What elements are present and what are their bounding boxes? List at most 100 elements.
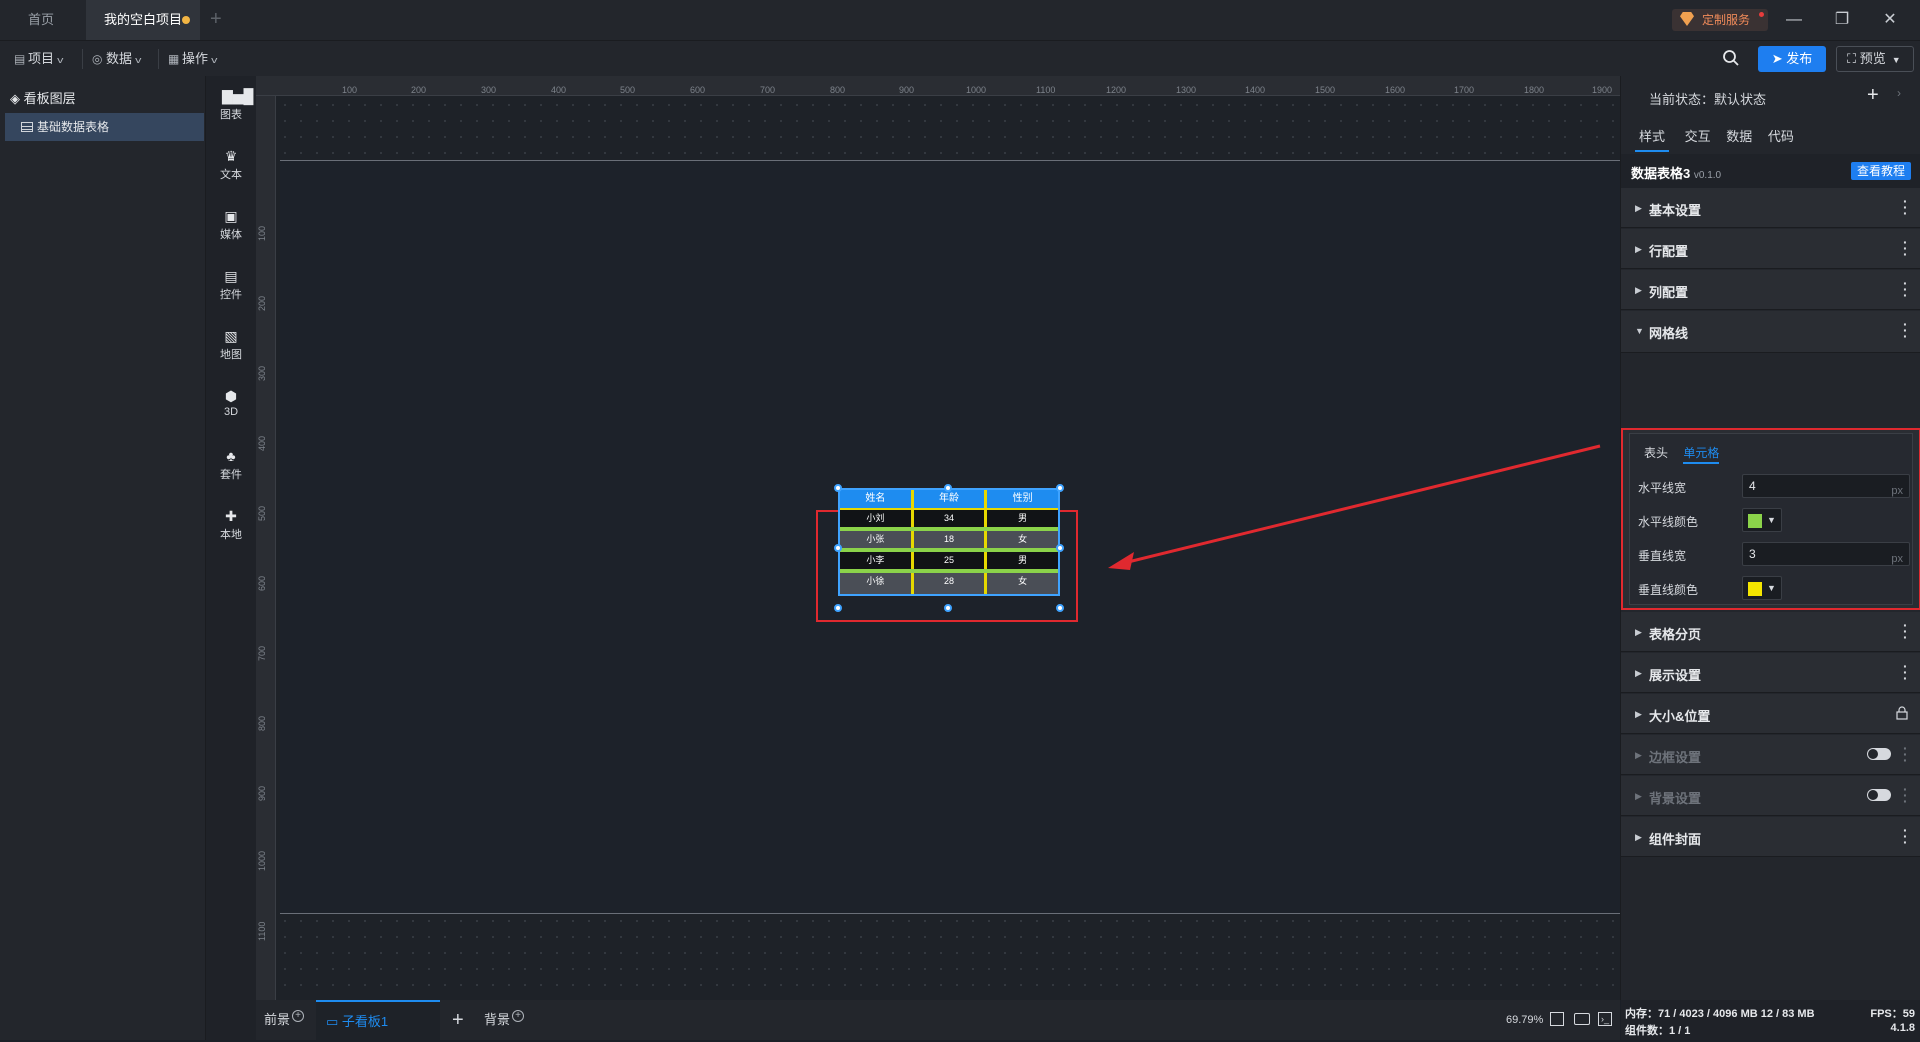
section-basic-settings[interactable]: ▶ 基本设置 · · · [1621,188,1920,228]
more-vertical-icon[interactable]: · · · [1903,235,1908,261]
h-width-input[interactable]: 4 px [1742,474,1910,498]
resize-handle[interactable] [1056,604,1064,612]
tab-data[interactable]: 数据 [1726,126,1752,152]
lock-icon[interactable] [1895,706,1909,720]
restore-icon[interactable]: ❐ [1830,8,1854,32]
custom-service-label: 定制服务 [1702,13,1751,27]
more-vertical-icon[interactable]: · · · [1903,782,1908,808]
section-size-position[interactable]: ▶ 大小&位置 [1621,694,1920,734]
add-circle-icon[interactable]: + [292,1010,305,1022]
border-toggle[interactable] [1867,748,1891,760]
tab-cell[interactable]: 单元格 [1683,444,1720,464]
subboard-tab[interactable]: ▭ 子看板1 [316,1000,440,1040]
ruler-tick: 1100 [1036,85,1056,95]
category-control[interactable]: ▤ 控件 [206,268,256,302]
table-header-cell: 姓名 [840,490,914,508]
resize-handle[interactable] [834,544,842,552]
tutorial-button[interactable]: 查看教程 [1850,162,1911,180]
minimize-icon[interactable]: — [1782,8,1806,32]
tab-code[interactable]: 代码 [1768,126,1794,152]
v-color-picker[interactable]: ▼ [1742,576,1782,600]
more-vertical-icon[interactable]: · · · [1903,618,1908,644]
ruler-tick: 600 [690,85,706,95]
resize-handle[interactable] [944,484,952,492]
search-icon[interactable] [1722,49,1740,67]
field-label: 垂直线颜色 [1638,583,1699,597]
publish-button[interactable]: ➤ 发布 [1758,46,1826,72]
category-map[interactable]: ▧ 地图 [206,328,256,362]
category-label: 文本 [220,169,242,181]
fit-screen-icon[interactable] [1550,1012,1564,1026]
ruler-tick: 200 [411,85,427,95]
background-tab[interactable]: 背景 + [484,1000,525,1040]
tab-style[interactable]: 样式 [1635,126,1670,152]
more-vertical-icon[interactable]: · · · [1903,823,1908,849]
resize-handle[interactable] [1056,544,1064,552]
field-h-color: 水平线颜色 ▼ [1638,508,1910,532]
layer-item[interactable]: 基础数据表格 [5,113,204,141]
close-icon[interactable]: ✕ [1878,8,1902,32]
category-local[interactable]: ✚ 本地 [206,508,256,542]
section-cover[interactable]: ▶ 组件封面 · · · [1621,817,1920,857]
keyboard-icon[interactable] [1574,1013,1590,1025]
menu-project-label: 项目 [28,51,55,66]
section-row-config[interactable]: ▶ 行配置 · · · [1621,229,1920,269]
menu-operation[interactable]: ▦ 操作 v [168,49,217,69]
more-vertical-icon[interactable]: · · · [1903,317,1908,343]
data-table[interactable]: 姓名 年龄 性别 小刘 34 男 小张 18 女 小李 25 男 小徐 28 女 [838,488,1060,596]
unit-label: px [1891,485,1903,497]
more-vertical-icon[interactable]: · · · [1903,194,1908,220]
ruler-tick: 400 [257,435,267,451]
add-tab-icon[interactable]: + [210,8,222,31]
v-width-input[interactable]: 3 px [1742,542,1910,566]
preview-button[interactable]: ⛶ 预览 ▼ [1836,46,1914,72]
h-color-picker[interactable]: ▼ [1742,508,1782,532]
section-gridlines[interactable]: ▼ 网格线 · · · [1621,311,1920,353]
resize-handle[interactable] [1056,484,1064,492]
tab-header[interactable]: 表头 [1644,444,1668,464]
category-text[interactable]: ♛ 文本 [206,148,256,182]
chevron-down-icon: ▼ [1891,55,1901,65]
table-row: 小徐 28 女 [840,573,1058,594]
table-cell: 男 [1018,555,1028,565]
add-state-icon[interactable]: + [1867,84,1879,107]
category-kit[interactable]: ♣ 套件 [206,448,256,482]
menu-project[interactable]: ▤ 项目 v [14,49,63,69]
custom-service-button[interactable]: 定制服务 [1672,9,1768,31]
category-media[interactable]: ▣ 媒体 [206,208,256,242]
add-board-icon[interactable]: + [452,1000,464,1040]
more-vertical-icon[interactable]: · · · [1903,659,1908,685]
terminal-icon[interactable]: ›_ [1598,1012,1612,1026]
category-3d[interactable]: ⬢ 3D [206,388,256,418]
background-toggle[interactable] [1867,789,1891,801]
monitor-icon: ▭ [326,1014,342,1029]
section-display[interactable]: ▶ 展示设置 · · · [1621,653,1920,693]
chevron-right-icon[interactable]: › [1897,86,1901,100]
section-pagination[interactable]: ▶ 表格分页 · · · [1621,612,1920,652]
resize-handle[interactable] [944,604,952,612]
category-chart[interactable]: ▇▅█ 图表 [206,88,256,122]
ruler-tick: 800 [257,715,267,731]
table-row: 小张 18 女 [840,531,1058,552]
divider [158,49,159,69]
ruler-tick: 600 [257,575,267,591]
resize-handle[interactable] [834,604,842,612]
foreground-tab[interactable]: 前景 + [264,1000,305,1040]
add-circle-icon[interactable]: + [512,1010,525,1022]
section-background[interactable]: ▶ 背景设置 · · · [1621,776,1920,816]
tab-interaction[interactable]: 交互 [1685,126,1711,152]
state-value[interactable]: 默认状态 [1714,92,1766,107]
gridlines-settings-box: 表头 单元格 水平线宽 4 px 水平线颜色 ▼ 垂直线宽 3 px 垂直线颜色 ▼ [1621,428,1920,610]
section-border[interactable]: ▶ 边框设置 · · · [1621,735,1920,775]
menu-data[interactable]: ◎ 数据 v [92,49,141,69]
ruler-tick: 300 [257,365,267,381]
section-column-config[interactable]: ▶ 列配置 · · · [1621,270,1920,310]
caret-right-icon: ▶ [1635,203,1642,213]
tab-home[interactable]: 首页 [10,0,76,40]
resize-handle[interactable] [834,484,842,492]
gridlines-tabs: 表头 单元格 [1644,444,1731,464]
more-vertical-icon[interactable]: · · · [1903,741,1908,767]
section-label: 背景设置 [1649,791,1702,806]
more-vertical-icon[interactable]: · · · [1903,276,1908,302]
field-label: 水平线颜色 [1638,515,1699,529]
